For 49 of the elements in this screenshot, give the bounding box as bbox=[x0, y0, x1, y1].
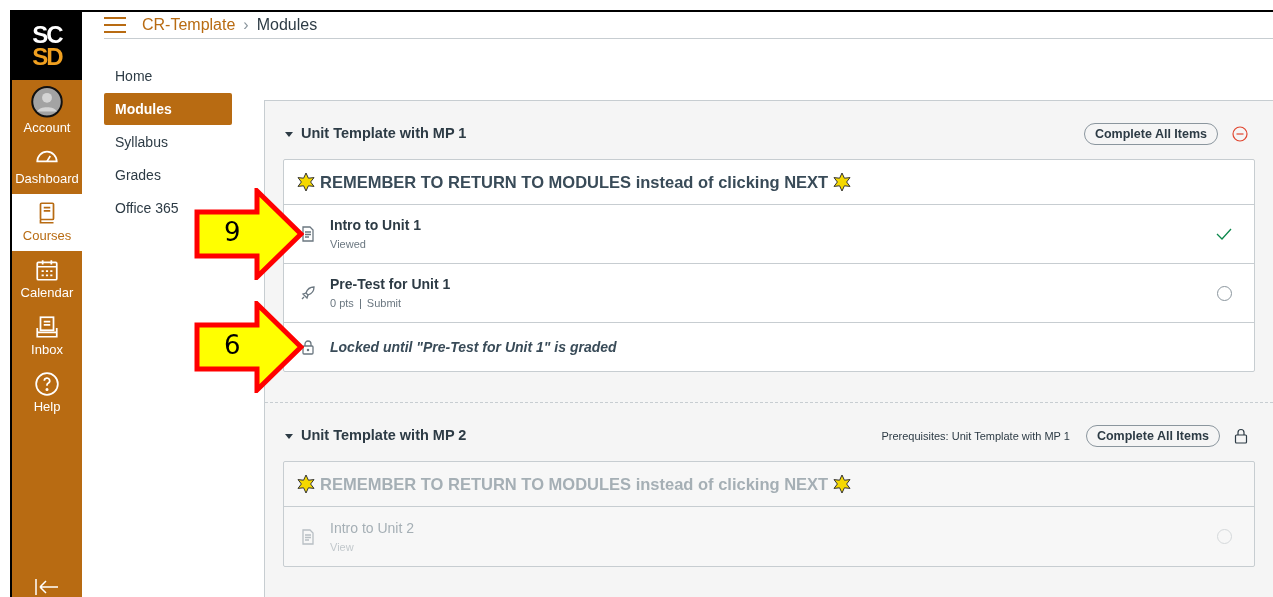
nav-item[interactable]: Help bbox=[12, 365, 82, 422]
logo-text: SD bbox=[32, 46, 62, 68]
calendar-icon bbox=[34, 257, 60, 283]
complete-all-button[interactable]: Complete All Items bbox=[1085, 425, 1220, 447]
document-icon bbox=[300, 528, 316, 545]
inbox-icon bbox=[34, 314, 60, 340]
module-header-text: REMEMBER TO RETURN TO MODULES instead of clicking NEXT bbox=[320, 473, 829, 495]
menu-icon[interactable] bbox=[104, 17, 126, 33]
collapse-icon[interactable] bbox=[1232, 126, 1248, 142]
nav-item[interactable]: Account bbox=[12, 80, 82, 137]
star-icon bbox=[296, 474, 316, 494]
item-detail: Submit bbox=[366, 296, 402, 312]
star-icon bbox=[296, 172, 316, 192]
breadcrumb-link[interactable]: CR-Template bbox=[142, 13, 236, 37]
nav-item[interactable]: Calendar bbox=[12, 251, 82, 308]
complete-all-button[interactable]: Complete All Items bbox=[1083, 123, 1218, 145]
prerequisites-text: Prerequisites: Unit Template with MP 1 bbox=[881, 428, 1070, 444]
help-icon bbox=[34, 371, 60, 397]
course-nav-item[interactable]: Office 365 bbox=[104, 192, 190, 224]
course-nav-item[interactable]: Grades bbox=[104, 159, 172, 191]
module-title[interactable]: Unit Template with MP 2 bbox=[301, 425, 882, 447]
collapse-nav-icon[interactable] bbox=[34, 579, 60, 595]
nav-item[interactable]: Courses bbox=[12, 194, 82, 251]
nav-item[interactable]: Inbox bbox=[12, 308, 82, 365]
module-header-text: REMEMBER TO RETURN TO MODULES instead of clicking NEXT bbox=[320, 171, 829, 193]
avatar-icon bbox=[31, 86, 63, 118]
nav-item[interactable]: Dashboard bbox=[12, 137, 82, 194]
breadcrumb-current: Modules bbox=[256, 15, 318, 35]
logo-text: SC bbox=[32, 24, 62, 46]
item-detail: Viewed bbox=[330, 237, 366, 253]
caret-icon[interactable] bbox=[285, 131, 293, 137]
caret-icon[interactable] bbox=[285, 433, 293, 439]
lock-message: Locked until "Pre-Test for Unit 1" is graded bbox=[330, 337, 618, 357]
module-title[interactable]: Unit Template with MP 1 bbox=[301, 123, 1084, 145]
callout-number: 6 bbox=[224, 329, 241, 362]
breadcrumb-separator: › bbox=[243, 15, 249, 35]
document-icon bbox=[300, 226, 316, 242]
logo[interactable]: SC SD bbox=[12, 12, 82, 80]
rocket-icon bbox=[300, 285, 316, 301]
course-nav-item[interactable]: Home bbox=[104, 60, 164, 92]
star-icon bbox=[832, 172, 853, 192]
item-title[interactable]: Intro to Unit 1 bbox=[330, 215, 1216, 237]
star-icon bbox=[832, 474, 853, 494]
course-nav-item[interactable]: Syllabus bbox=[104, 126, 179, 158]
callout-number: 9 bbox=[224, 216, 241, 249]
course-nav-item[interactable]: Modules bbox=[104, 93, 232, 125]
item-detail: 0 pts bbox=[330, 296, 354, 312]
lock-icon bbox=[300, 339, 316, 355]
item-title[interactable]: Pre-Test for Unit 1 bbox=[330, 274, 1217, 296]
